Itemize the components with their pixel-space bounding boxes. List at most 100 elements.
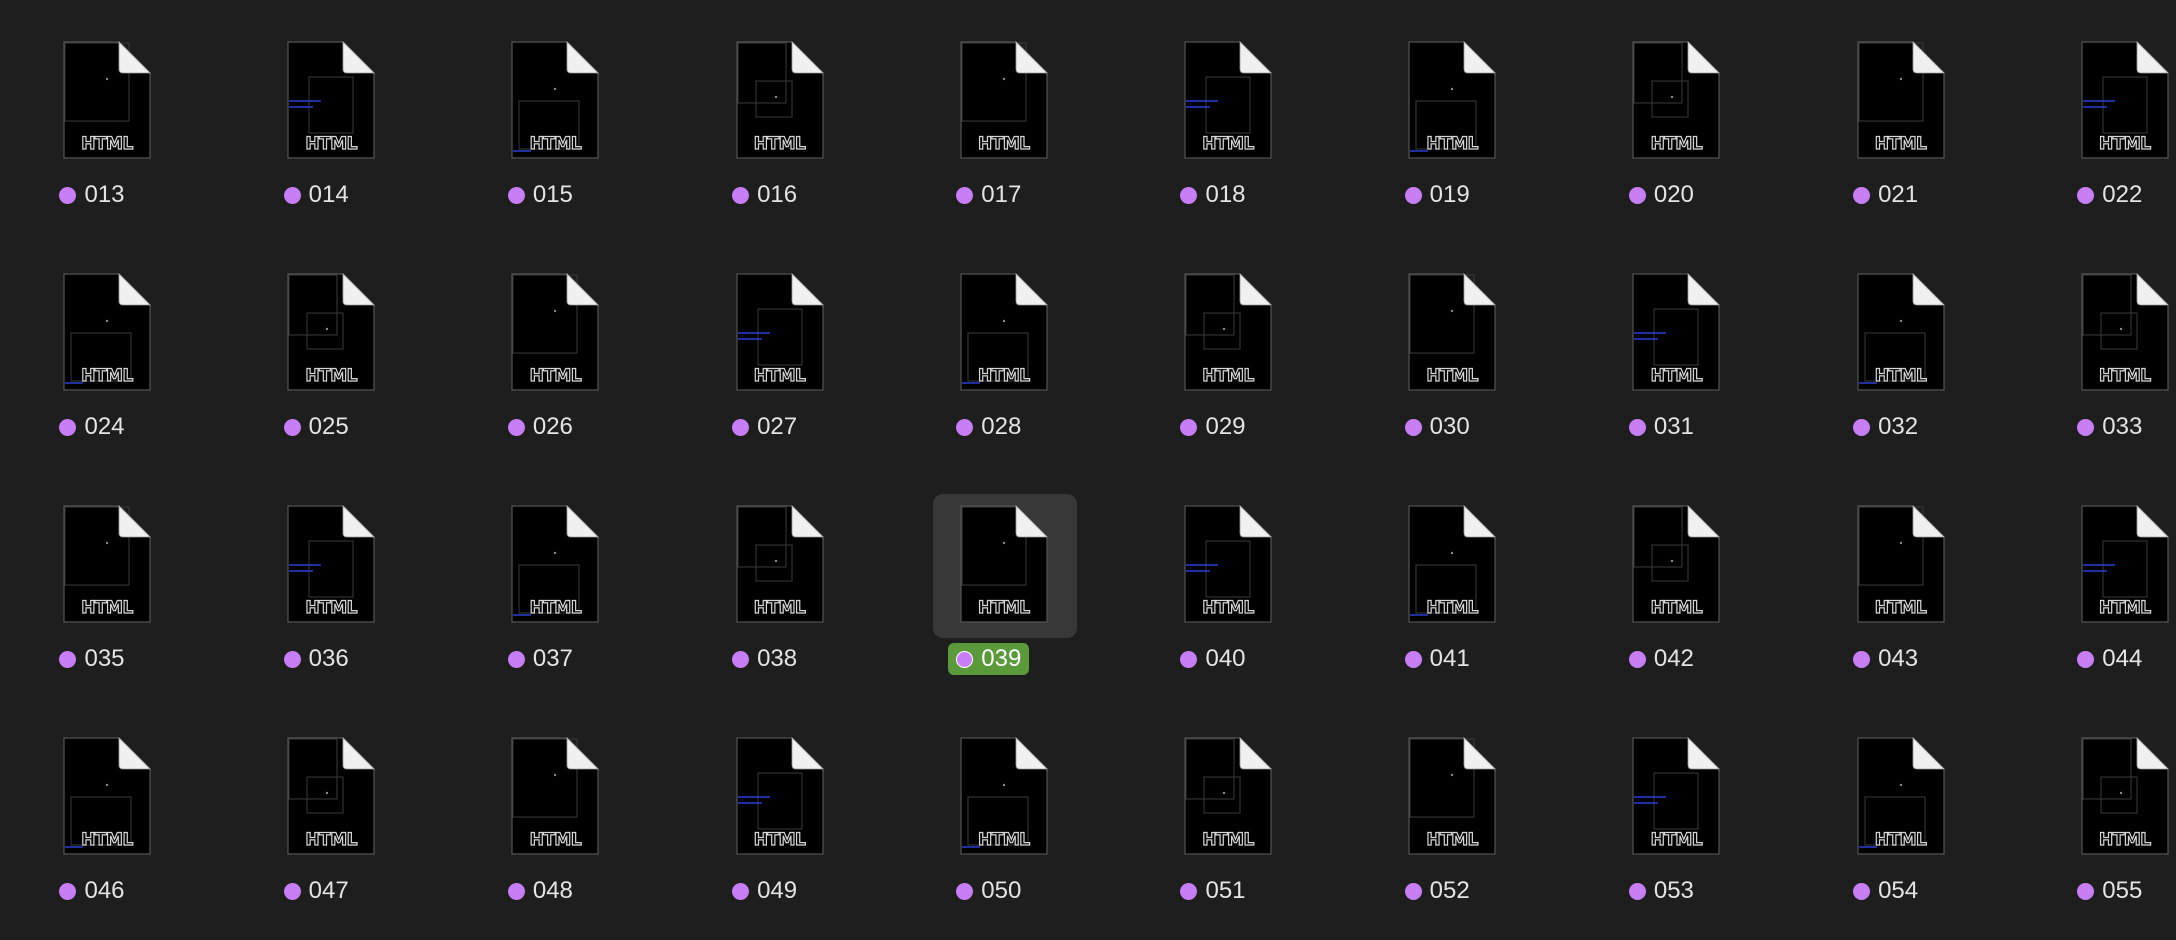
file-item[interactable]: HTML 016	[653, 30, 877, 230]
file-icon-container[interactable]: HTML	[484, 726, 628, 870]
file-item[interactable]: HTML 025	[204, 262, 428, 462]
file-name-label[interactable]: 047	[276, 875, 357, 907]
file-item[interactable]: HTML 027	[653, 262, 877, 462]
file-name-label[interactable]: 019	[1397, 179, 1478, 211]
file-icon-container[interactable]: HTML	[260, 30, 404, 174]
file-name-label[interactable]: 017	[948, 179, 1029, 211]
file-item[interactable]: HTML 035	[0, 494, 204, 694]
file-name-label[interactable]: 028	[948, 411, 1029, 443]
file-icon-container[interactable]: HTML	[260, 494, 404, 638]
file-item[interactable]: HTML 017	[877, 30, 1101, 230]
file-name-label[interactable]: 020	[1621, 179, 1702, 211]
file-item[interactable]: HTML 031	[1549, 262, 1773, 462]
file-name-label[interactable]: 041	[1397, 643, 1478, 675]
file-icon-container[interactable]: HTML	[1830, 30, 1974, 174]
file-item[interactable]: HTML 042	[1549, 494, 1773, 694]
file-name-label[interactable]: 055	[2069, 875, 2150, 907]
file-icon-container[interactable]: HTML	[709, 494, 853, 638]
file-item[interactable]: HTML 021	[1774, 30, 1998, 230]
file-name-label[interactable]: 013	[51, 179, 132, 211]
file-icon-container[interactable]: HTML	[1830, 262, 1974, 406]
file-name-label[interactable]: 031	[1621, 411, 1702, 443]
file-item[interactable]: HTML 043	[1774, 494, 1998, 694]
file-item[interactable]: HTML 026	[428, 262, 652, 462]
file-item[interactable]: HTML 038	[653, 494, 877, 694]
file-icon-container[interactable]: HTML	[36, 262, 180, 406]
file-name-label[interactable]: 024	[51, 411, 132, 443]
file-icon-container[interactable]: HTML	[709, 30, 853, 174]
file-icon-container[interactable]: HTML	[1605, 494, 1749, 638]
file-item[interactable]: HTML 051	[1101, 726, 1325, 926]
file-name-label[interactable]: 021	[1845, 179, 1926, 211]
file-item[interactable]: HTML 013	[0, 30, 204, 230]
file-icon-container[interactable]: HTML	[933, 262, 1077, 406]
file-icon-container[interactable]: HTML	[484, 494, 628, 638]
file-icon-container[interactable]: HTML	[2054, 30, 2176, 174]
file-item[interactable]: HTML 030	[1325, 262, 1549, 462]
file-name-label[interactable]: 036	[276, 643, 357, 675]
file-icon-container[interactable]: HTML	[1157, 262, 1301, 406]
file-name-label[interactable]: 027	[724, 411, 805, 443]
file-item[interactable]: HTML 024	[0, 262, 204, 462]
file-name-label[interactable]: 046	[51, 875, 132, 907]
file-name-label[interactable]: 016	[724, 179, 805, 211]
file-icon-container[interactable]: HTML	[709, 262, 853, 406]
file-icon-container[interactable]: HTML	[36, 726, 180, 870]
file-icon-container[interactable]: HTML	[36, 494, 180, 638]
file-name-label[interactable]: 053	[1621, 875, 1702, 907]
file-item[interactable]: HTML 044	[1998, 494, 2176, 694]
file-item[interactable]: HTML 028	[877, 262, 1101, 462]
file-icon-container[interactable]: HTML	[1381, 726, 1525, 870]
file-icon-container[interactable]: HTML	[1605, 726, 1749, 870]
file-name-label[interactable]: 030	[1397, 411, 1478, 443]
file-icon-container[interactable]: HTML	[1605, 262, 1749, 406]
file-icon-container[interactable]: HTML	[1381, 30, 1525, 174]
file-item[interactable]: HTML 015	[428, 30, 652, 230]
file-icon-container[interactable]: HTML	[1157, 726, 1301, 870]
file-name-label[interactable]: 052	[1397, 875, 1478, 907]
file-name-label[interactable]: 014	[276, 179, 357, 211]
file-item[interactable]: HTML 037	[428, 494, 652, 694]
file-item[interactable]: HTML 049	[653, 726, 877, 926]
file-item[interactable]: HTML 041	[1325, 494, 1549, 694]
file-item[interactable]: HTML 053	[1549, 726, 1773, 926]
file-icon-container[interactable]: HTML	[1830, 726, 1974, 870]
file-name-label[interactable]: 032	[1845, 411, 1926, 443]
file-icon-container[interactable]: HTML	[1830, 494, 1974, 638]
file-name-label[interactable]: 054	[1845, 875, 1926, 907]
file-item[interactable]: HTML 048	[428, 726, 652, 926]
file-item[interactable]: HTML 022	[1998, 30, 2176, 230]
file-item[interactable]: HTML 020	[1549, 30, 1773, 230]
file-icon-container[interactable]: HTML	[484, 262, 628, 406]
file-icon-container[interactable]: HTML	[36, 30, 180, 174]
file-icon-container[interactable]: HTML	[2054, 494, 2176, 638]
file-item[interactable]: HTML 046	[0, 726, 204, 926]
file-item[interactable]: HTML 036	[204, 494, 428, 694]
file-name-label[interactable]: 042	[1621, 643, 1702, 675]
file-name-label[interactable]: 048	[500, 875, 581, 907]
file-icon-container[interactable]: HTML	[933, 726, 1077, 870]
file-item[interactable]: HTML 033	[1998, 262, 2176, 462]
file-name-label[interactable]: 029	[1172, 411, 1253, 443]
file-item[interactable]: HTML 040	[1101, 494, 1325, 694]
file-item[interactable]: HTML 054	[1774, 726, 1998, 926]
file-name-label[interactable]: 049	[724, 875, 805, 907]
file-item[interactable]: HTML 019	[1325, 30, 1549, 230]
file-name-label[interactable]: 037	[500, 643, 581, 675]
file-icon-container[interactable]: HTML	[1157, 30, 1301, 174]
file-item[interactable]: HTML 055	[1998, 726, 2176, 926]
file-name-label[interactable]: 025	[276, 411, 357, 443]
file-name-label[interactable]: 015	[500, 179, 581, 211]
file-item[interactable]: HTML 018	[1101, 30, 1325, 230]
file-name-label[interactable]: 044	[2069, 643, 2150, 675]
file-icon-container[interactable]: HTML	[2054, 726, 2176, 870]
file-item[interactable]: HTML 032	[1774, 262, 1998, 462]
file-icon-container[interactable]: HTML	[1381, 494, 1525, 638]
file-item[interactable]: HTML 029	[1101, 262, 1325, 462]
file-icon-container[interactable]: HTML	[484, 30, 628, 174]
file-item[interactable]: HTML 047	[204, 726, 428, 926]
file-name-label[interactable]: 026	[500, 411, 581, 443]
file-name-label[interactable]: 043	[1845, 643, 1926, 675]
file-name-label[interactable]: 022	[2069, 179, 2150, 211]
file-name-label[interactable]: 039	[948, 643, 1030, 675]
